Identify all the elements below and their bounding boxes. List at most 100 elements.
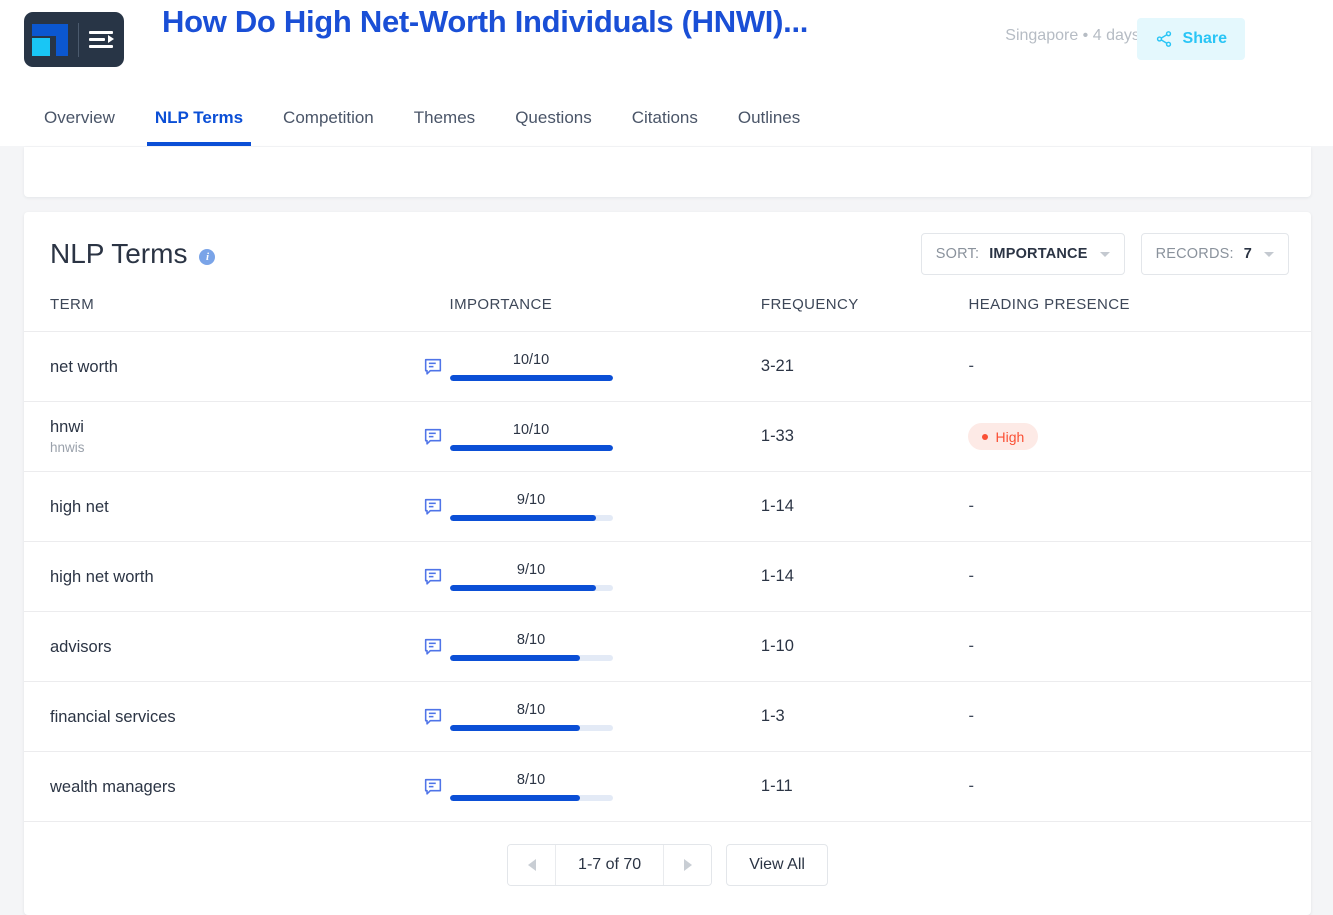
heading-presence-value: - [968, 567, 974, 585]
previous-page-button[interactable] [508, 845, 556, 885]
status-dot-icon [982, 434, 988, 440]
importance-value: 9/10 [450, 562, 613, 578]
cell-heading-presence: - [968, 752, 1311, 822]
column-header-term: TERM [24, 296, 450, 332]
frequency-value: 1-10 [761, 637, 794, 655]
records-dropdown[interactable]: RECORDS: 7 [1141, 233, 1289, 275]
brand-mark-icon [32, 24, 68, 56]
pagination: 1-7 of 70 View All [24, 844, 1311, 886]
term-variant: hnwis [50, 439, 422, 457]
table-row[interactable]: financial services8/101-3- [24, 682, 1311, 752]
heading-presence-value: - [968, 357, 974, 375]
importance-bar-track [450, 655, 613, 661]
heading-presence-value: - [968, 707, 974, 725]
cell-importance: 9/10 [450, 542, 761, 612]
info-icon[interactable]: i [199, 249, 215, 265]
cell-heading-presence: - [968, 682, 1311, 752]
logo-divider [78, 23, 79, 57]
importance-bar-fill [450, 515, 597, 521]
comment-icon[interactable] [422, 356, 444, 378]
share-button[interactable]: Share [1137, 18, 1245, 60]
importance-value: 8/10 [450, 772, 613, 788]
share-button-label: Share [1183, 30, 1227, 48]
status-badge: High [968, 423, 1038, 450]
chevron-down-icon [1264, 252, 1274, 257]
cell-importance: 10/10 [450, 332, 761, 402]
table-header-row: TERM IMPORTANCE FREQUENCY HEADING PRESEN… [24, 296, 1311, 332]
comment-icon[interactable] [422, 426, 444, 448]
table-row[interactable]: net worth 10/10 3-21- [24, 332, 1311, 402]
chevron-left-icon [528, 859, 536, 871]
table-row[interactable]: hnwihnwis10/10 1-33 High [24, 402, 1311, 472]
importance-bar-fill [450, 795, 580, 801]
tab-questions[interactable]: Questions [495, 108, 612, 146]
importance-value: 10/10 [450, 352, 613, 368]
importance-value: 8/10 [450, 632, 613, 648]
page-title[interactable]: How Do High Net-Worth Individuals (HNWI)… [162, 0, 874, 44]
importance-bar-track [450, 515, 613, 521]
importance-bar-track [450, 725, 613, 731]
cell-importance: 9/10 [450, 472, 761, 542]
term-name: net worth [50, 357, 422, 377]
records-dropdown-value: 7 [1244, 246, 1252, 262]
heading-presence-value: - [968, 777, 974, 795]
app-logo[interactable] [24, 12, 124, 67]
tab-overview[interactable]: Overview [24, 108, 135, 146]
comment-icon[interactable] [422, 566, 444, 588]
cell-frequency: 1-10 [761, 612, 969, 682]
sort-dropdown-value: IMPORTANCE [989, 246, 1087, 262]
cell-frequency: 3-21 [761, 332, 969, 402]
cell-importance: 10/10 [450, 402, 761, 472]
cell-term: high net worth [24, 542, 450, 612]
cell-importance: 8/10 [450, 752, 761, 822]
tab-competition[interactable]: Competition [263, 108, 394, 146]
importance-bar-fill [450, 445, 613, 451]
importance-bar-fill [450, 655, 580, 661]
cell-heading-presence: - [968, 332, 1311, 402]
cell-term: financial services [24, 682, 450, 752]
cell-frequency: 1-3 [761, 682, 969, 752]
menu-list-icon[interactable] [89, 30, 117, 50]
tab-themes[interactable]: Themes [394, 108, 495, 146]
cell-heading-presence: - [968, 472, 1311, 542]
nlp-terms-table: TERM IMPORTANCE FREQUENCY HEADING PRESEN… [24, 296, 1311, 822]
comment-icon[interactable] [422, 776, 444, 798]
status-badge-label: High [995, 429, 1024, 445]
column-header-importance: IMPORTANCE [450, 296, 761, 332]
importance-bar-track [450, 795, 613, 801]
cell-term: hnwihnwis [24, 402, 450, 472]
view-all-button[interactable]: View All [726, 844, 828, 886]
table-row[interactable]: high net worth 9/10 1-14 - [24, 542, 1311, 612]
comment-icon[interactable] [422, 496, 444, 518]
cell-heading-presence: - [968, 612, 1311, 682]
frequency-value: 1-14 [761, 567, 794, 585]
sort-dropdown-label: SORT: [936, 246, 979, 262]
term-name: advisors [50, 637, 422, 657]
column-header-frequency: FREQUENCY [761, 296, 969, 332]
tab-nlp-terms[interactable]: NLP Terms [135, 108, 263, 146]
table-row[interactable]: high net9/101-14- [24, 472, 1311, 542]
importance-bar-track [450, 585, 613, 591]
sort-dropdown[interactable]: SORT: IMPORTANCE [921, 233, 1125, 275]
cell-frequency: 1-33 [761, 402, 969, 472]
importance-bar-track [450, 375, 613, 381]
card-controls: SORT: IMPORTANCE RECORDS: 7 [921, 233, 1289, 275]
chevron-right-icon [684, 859, 692, 871]
term-name: high net worth [50, 567, 422, 587]
main-tabs: Overview NLP Terms Competition Themes Qu… [24, 108, 820, 146]
records-dropdown-label: RECORDS: [1156, 246, 1234, 262]
comment-icon[interactable] [422, 636, 444, 658]
next-page-button[interactable] [663, 845, 711, 885]
comment-icon[interactable] [422, 706, 444, 728]
importance-value: 10/10 [450, 422, 613, 438]
importance-value: 9/10 [450, 492, 613, 508]
tab-outlines[interactable]: Outlines [718, 108, 820, 146]
cell-term: net worth [24, 332, 450, 402]
pagination-group: 1-7 of 70 [507, 844, 712, 886]
table-row[interactable]: advisors 8/10 1-10 - [24, 612, 1311, 682]
cell-importance: 8/10 [450, 682, 761, 752]
importance-bar-fill [450, 585, 597, 591]
tab-citations[interactable]: Citations [612, 108, 718, 146]
term-name: wealth managers [50, 777, 422, 797]
table-row[interactable]: wealth managers8/101-11- [24, 752, 1311, 822]
